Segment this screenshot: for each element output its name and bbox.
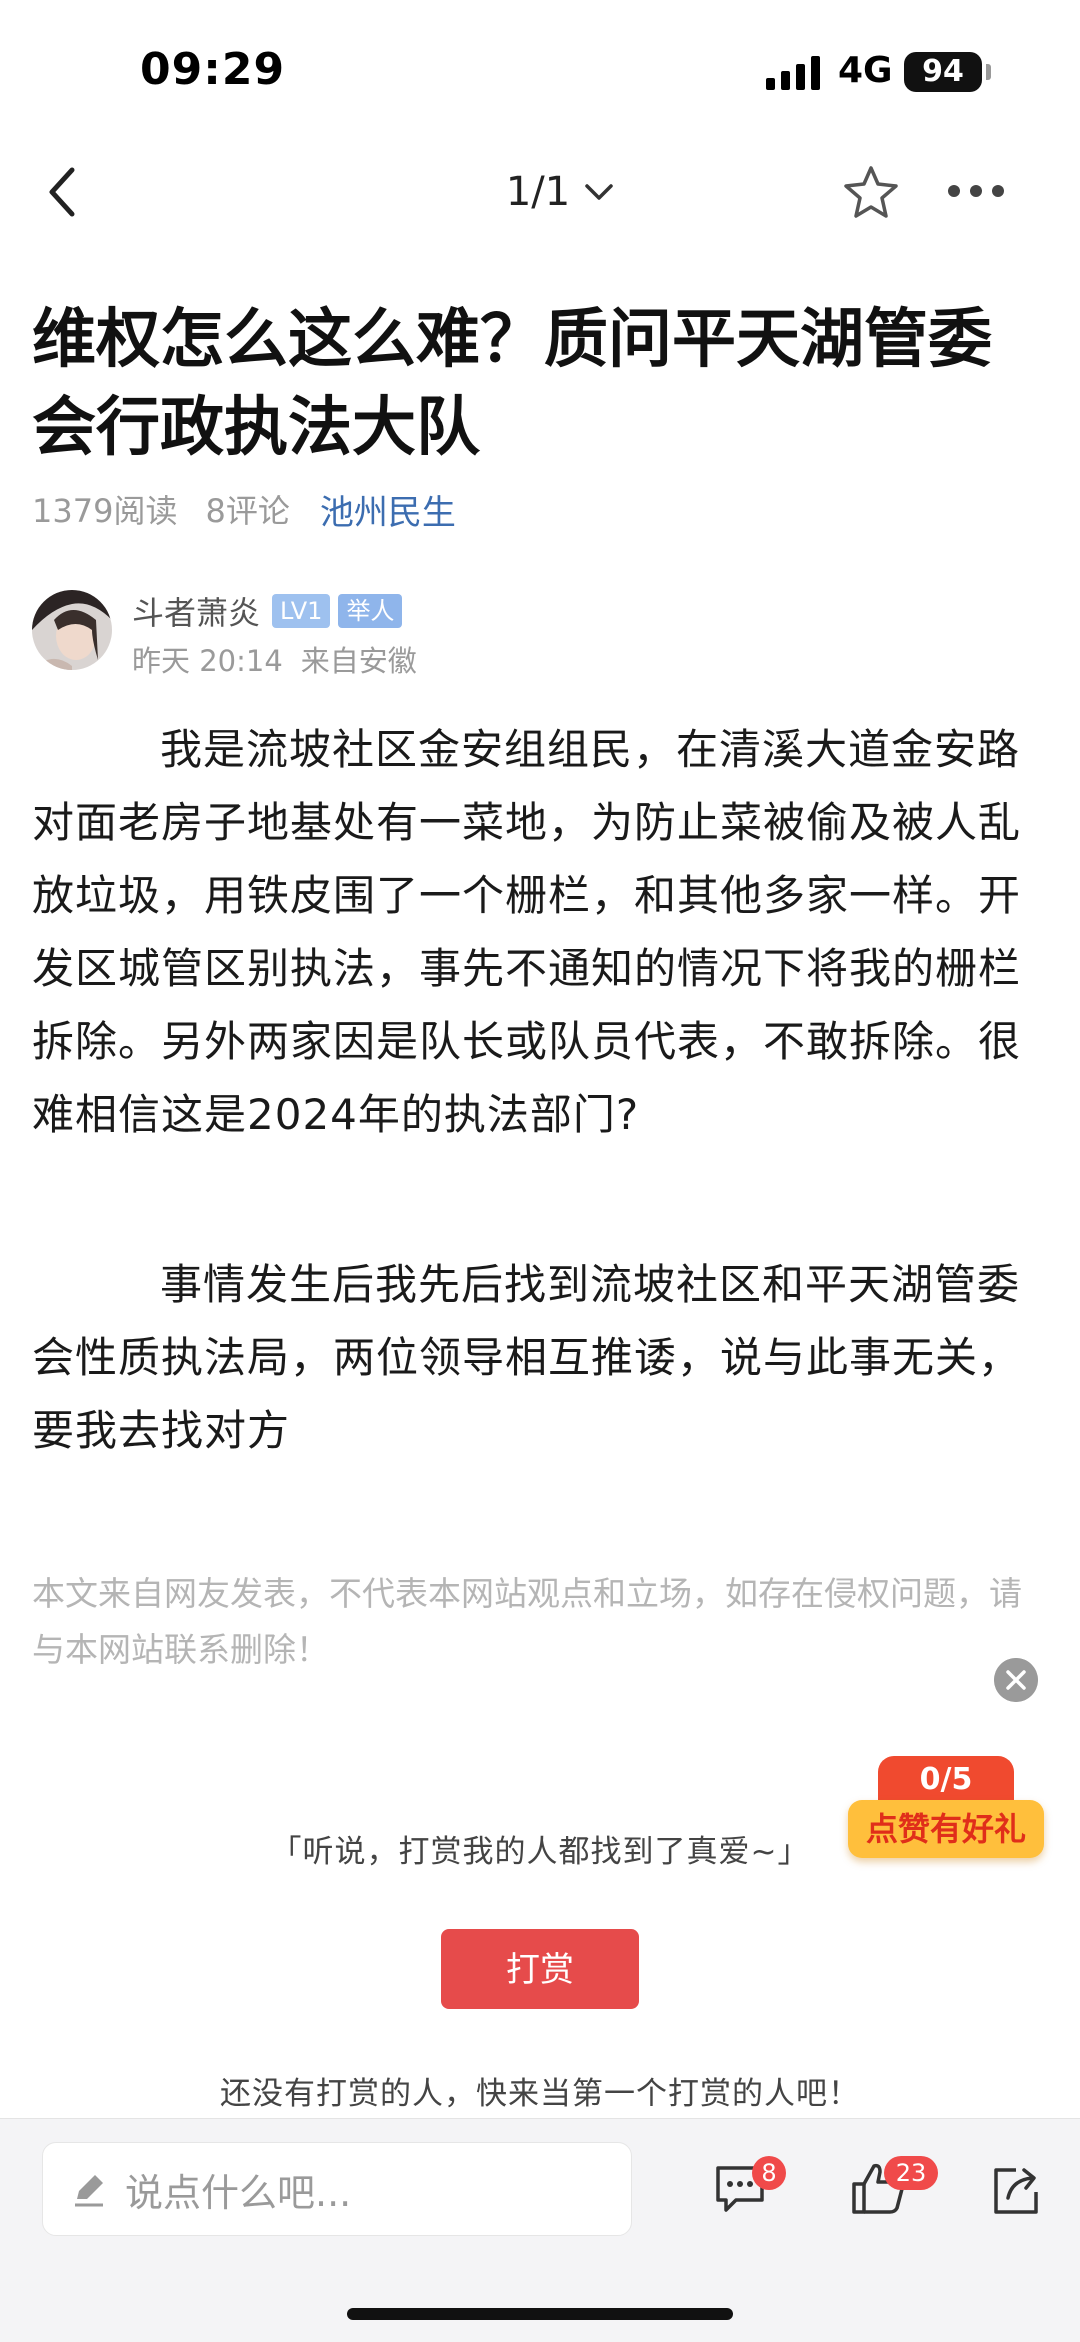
like-count-badge: 23 — [884, 2156, 938, 2190]
article-meta: 1379阅读 8评论 池州民生 — [32, 485, 456, 534]
back-arrow-icon[interactable] — [42, 164, 82, 220]
read-count: 1379阅读 — [32, 492, 178, 530]
author-name[interactable]: 斗者萧炎 — [132, 588, 260, 634]
close-icon[interactable] — [994, 1658, 1038, 1702]
more-options-icon[interactable] — [946, 176, 1006, 206]
level-badge: LV1 — [272, 594, 331, 628]
author-row: 斗者萧炎 LV1 举人 — [132, 588, 403, 634]
tip-quote: 「听说，打赏我的人都找到了真爱~」 — [270, 1834, 810, 1870]
post-info: 昨天 20:14 来自安徽 — [132, 638, 417, 680]
share-icon[interactable] — [986, 2160, 1046, 2220]
channel-link[interactable]: 池州民生 — [320, 485, 456, 534]
article-paragraph: 我是流坡社区金安组组民，在清溪大道金安路对面老房子地基处有一菜地，为防止菜被偷及… — [32, 725, 1022, 1139]
home-indicator — [347, 2308, 733, 2320]
disclaimer-text: 本文来自网友发表，不代表本网站观点和立场，如存在侵权问题，请与本网站联系删除！ — [32, 1574, 1022, 1669]
page-indicator: 1/1 — [505, 169, 571, 215]
promo-progress: 0/5 — [878, 1756, 1014, 1804]
post-date: 昨天 20:14 — [132, 644, 283, 678]
network-type: 4G — [838, 50, 893, 91]
status-time: 09:29 — [140, 44, 286, 95]
page-selector[interactable]: 1/1 — [480, 162, 640, 222]
pen-icon — [75, 2175, 103, 2207]
post-location: 来自安徽 — [300, 644, 417, 678]
comment-placeholder: 说点什么吧... — [125, 2170, 352, 2215]
chevron-down-icon — [585, 184, 613, 200]
comment-count-badge: 8 — [752, 2156, 786, 2190]
tip-empty-text: 还没有打赏的人，快来当第一个打赏的人吧！ — [220, 2076, 860, 2112]
comment-count-text: 8评论 — [205, 492, 290, 530]
article-paragraph: 事情发生后我先后找到流坡社区和平天湖管委会性质执法局，两位领导相互推诿，说与此事… — [32, 1260, 1022, 1455]
battery-indicator: 94 — [904, 52, 982, 92]
avatar[interactable] — [32, 590, 112, 670]
article-title: 维权怎么这么难？质问平天湖管委会行政执法大队 — [32, 303, 992, 465]
comment-input[interactable]: 说点什么吧... — [42, 2142, 632, 2236]
battery-cap — [986, 64, 991, 80]
signal-icon — [766, 56, 820, 90]
tip-button[interactable]: 打赏 — [441, 1929, 639, 2009]
favorite-star-icon[interactable] — [842, 164, 900, 220]
role-badge: 举人 — [338, 594, 403, 628]
